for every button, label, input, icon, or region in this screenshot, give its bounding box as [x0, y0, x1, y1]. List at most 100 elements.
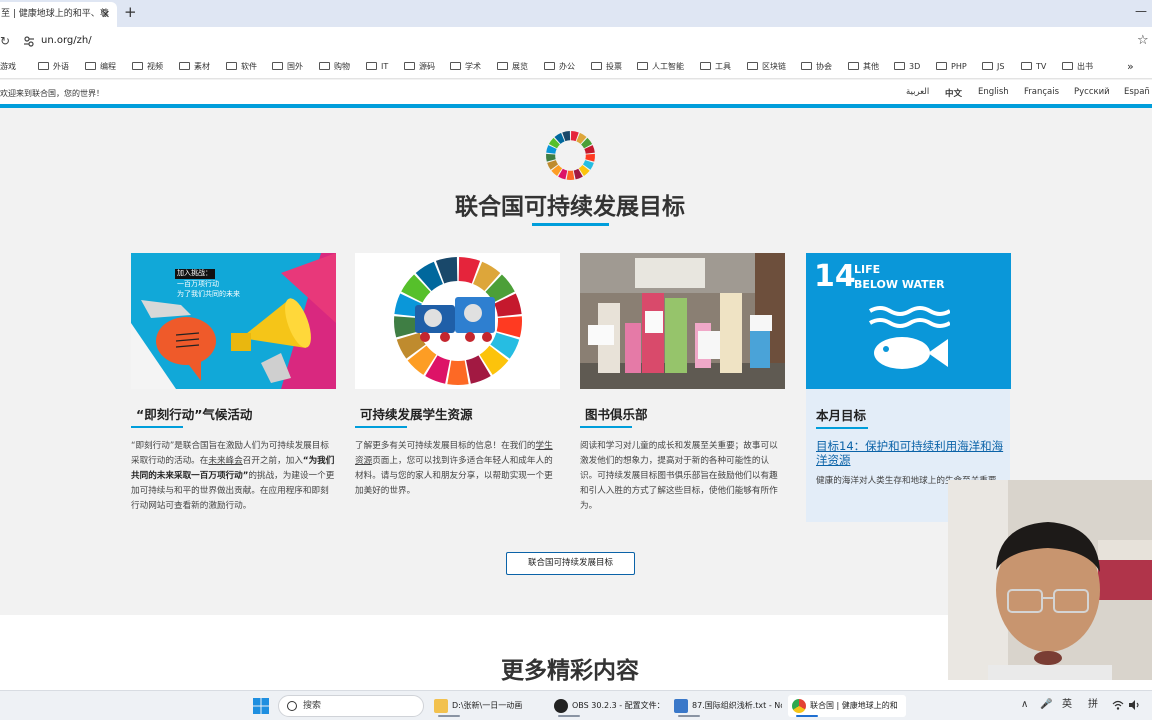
bookmark-item[interactable]: 展览 [497, 61, 528, 73]
bookmark-item[interactable]: 办公 [544, 61, 575, 73]
ime-indicator[interactable]: 拼 [1088, 699, 1098, 711]
header-accent-rule [0, 104, 1152, 108]
bookmark-item[interactable]: 工具 [700, 61, 731, 73]
input-language-indicator[interactable]: 英 [1062, 699, 1072, 711]
bookmarks-overflow-button[interactable]: » [1127, 60, 1134, 73]
bookmark-item[interactable]: 区块链 [747, 61, 786, 73]
language-link-chinese[interactable]: 中文 [945, 87, 962, 99]
card-underline [816, 427, 868, 429]
book-club-photo[interactable] [580, 253, 785, 389]
folder-icon [450, 62, 461, 70]
bookmark-item[interactable]: PHP [936, 61, 967, 73]
language-link-spanish[interactable]: Españ [1124, 87, 1150, 97]
speaker-icon[interactable] [1128, 699, 1140, 711]
bookmark-item[interactable]: IT [366, 61, 388, 73]
folder-icon [747, 62, 758, 70]
welcome-text: 欢迎来到联合国，您的世界！ [0, 89, 104, 98]
taskbar-app-explorer[interactable]: D:\张新\一日一动画 [430, 695, 542, 717]
folder-icon [848, 62, 859, 70]
close-icon[interactable]: ✕ [101, 9, 110, 20]
running-indicator [678, 715, 700, 717]
folder-icon [132, 62, 143, 70]
language-link-english[interactable]: English [978, 87, 1009, 97]
bookmark-item[interactable]: JS [982, 61, 1004, 73]
summit-link[interactable]: 未来峰会 [208, 456, 242, 466]
bookmark-item[interactable]: 源码 [404, 61, 435, 73]
folder-icon [700, 62, 711, 70]
windows-start-icon[interactable] [253, 698, 269, 714]
bookmark-item[interactable]: 软件 [226, 61, 257, 73]
url-field[interactable]: un.org/zh/ [41, 35, 92, 46]
taskbar-search[interactable]: 搜索 [278, 695, 424, 717]
new-tab-button[interactable]: + [124, 5, 137, 20]
bookmark-item[interactable]: TV [1021, 61, 1046, 73]
webcam-overlay [948, 480, 1152, 680]
folder-icon [366, 62, 377, 70]
folder-icon [544, 62, 555, 70]
card-underline [580, 426, 632, 428]
bookmark-item[interactable]: 其他 [848, 61, 879, 73]
address-bar: ↻ un.org/zh/ ☆ [0, 27, 1152, 56]
folder-icon [497, 62, 508, 70]
obs-icon [554, 699, 568, 713]
bookmark-star-icon[interactable]: ☆ [1137, 33, 1149, 48]
windows-taskbar: 搜索 D:\张新\一日一动画 OBS 30.2.3 - 配置文件：无 87.国际… [0, 690, 1152, 720]
bookmark-item[interactable]: 学术 [450, 61, 481, 73]
goal14-tile[interactable]: 14 LIFE BELOW WATER [806, 253, 1011, 389]
language-link-russian[interactable]: Русский [1074, 87, 1110, 97]
bookmark-item[interactable]: 投票 [591, 61, 622, 73]
card-description: 阅读和学习对儿童的成长和发展至关重要；故事可以激发他们的想象力，提高对于新的各种… [580, 441, 778, 511]
folder-icon [982, 62, 993, 70]
folder-icon [1021, 62, 1032, 70]
folder-icon [591, 62, 602, 70]
card-title: 本月目标 [816, 408, 867, 423]
taskbar-app-chrome[interactable]: 联合国 | 健康地球上的和 [788, 695, 906, 717]
minimize-button[interactable]: — [1135, 4, 1147, 18]
student-resources-image[interactable] [355, 253, 560, 389]
browser-tab-un[interactable]: 至 | 健康地球上的和平、尊 ✕ [0, 2, 117, 27]
card-title[interactable]: 可持续发展学生资源 [360, 404, 473, 423]
taskbar-app-notepad[interactable]: 87.国际组织浅析.txt - No [670, 695, 782, 717]
taskbar-app-obs[interactable]: OBS 30.2.3 - 配置文件：无 [550, 695, 662, 717]
bookmark-item[interactable]: 购物 [319, 61, 350, 73]
card-title[interactable]: “即刻行动”气候活动 [136, 404, 252, 423]
sdg-button[interactable]: 联合国可持续发展目标 [506, 552, 635, 575]
card-description: “即刻行动”是联合国旨在激励人们为可持续发展目标采取行动的活动。在未来峰会召开之… [131, 441, 335, 511]
folder-icon [179, 62, 190, 70]
goal14-link[interactable]: 目标14：保护和可持续利用海洋和海洋资源 [816, 439, 1006, 467]
bookmark-item[interactable]: 编程 [85, 61, 116, 73]
bookmark-item[interactable]: 3D [894, 61, 920, 73]
notepad-icon [674, 699, 688, 713]
bookmark-item[interactable]: 出书 [1062, 61, 1093, 73]
language-link-arabic[interactable]: العربية [906, 87, 929, 97]
bookmark-item[interactable]: 外语 [38, 61, 69, 73]
card-underline [355, 426, 407, 428]
site-info-icon[interactable] [23, 35, 35, 47]
goal-label-line2: BELOW WATER [854, 278, 945, 291]
actnow-image[interactable]: 加入挑战： 一百万项行动 为了我们共同的未来 [131, 253, 336, 389]
megaphone-illustration [131, 253, 336, 389]
bookmark-item[interactable]: 协会 [801, 61, 832, 73]
reload-icon[interactable]: ↻ [0, 34, 10, 48]
search-label: 搜索 [303, 701, 322, 711]
folder-icon [319, 62, 330, 70]
folder-icon [1062, 62, 1073, 70]
wifi-icon[interactable] [1112, 699, 1124, 711]
running-indicator [796, 715, 818, 717]
folder-icon [38, 62, 49, 70]
sdg-wheel-segment [585, 153, 595, 162]
bookmark-item[interactable]: 国外 [272, 61, 303, 73]
tray-overflow-icon[interactable]: ∧ [1021, 699, 1028, 711]
sdg-wheel-segment [546, 153, 556, 162]
card-title[interactable]: 图书俱乐部 [585, 404, 648, 423]
microphone-icon[interactable]: 🎤 [1040, 699, 1052, 711]
title-underline [532, 223, 609, 226]
actnow-image-text-3: 为了我们共同的未来 [177, 290, 240, 298]
bookmark-item[interactable]: 人工智能 [637, 61, 684, 73]
bookmark-item[interactable]: 素材 [179, 61, 210, 73]
running-indicator [438, 715, 460, 717]
bookmark-item[interactable]: 视频 [132, 61, 163, 73]
folder-icon [404, 62, 415, 70]
language-link-french[interactable]: Français [1024, 87, 1059, 97]
bookmark-item[interactable]: 游戏 [0, 61, 16, 73]
